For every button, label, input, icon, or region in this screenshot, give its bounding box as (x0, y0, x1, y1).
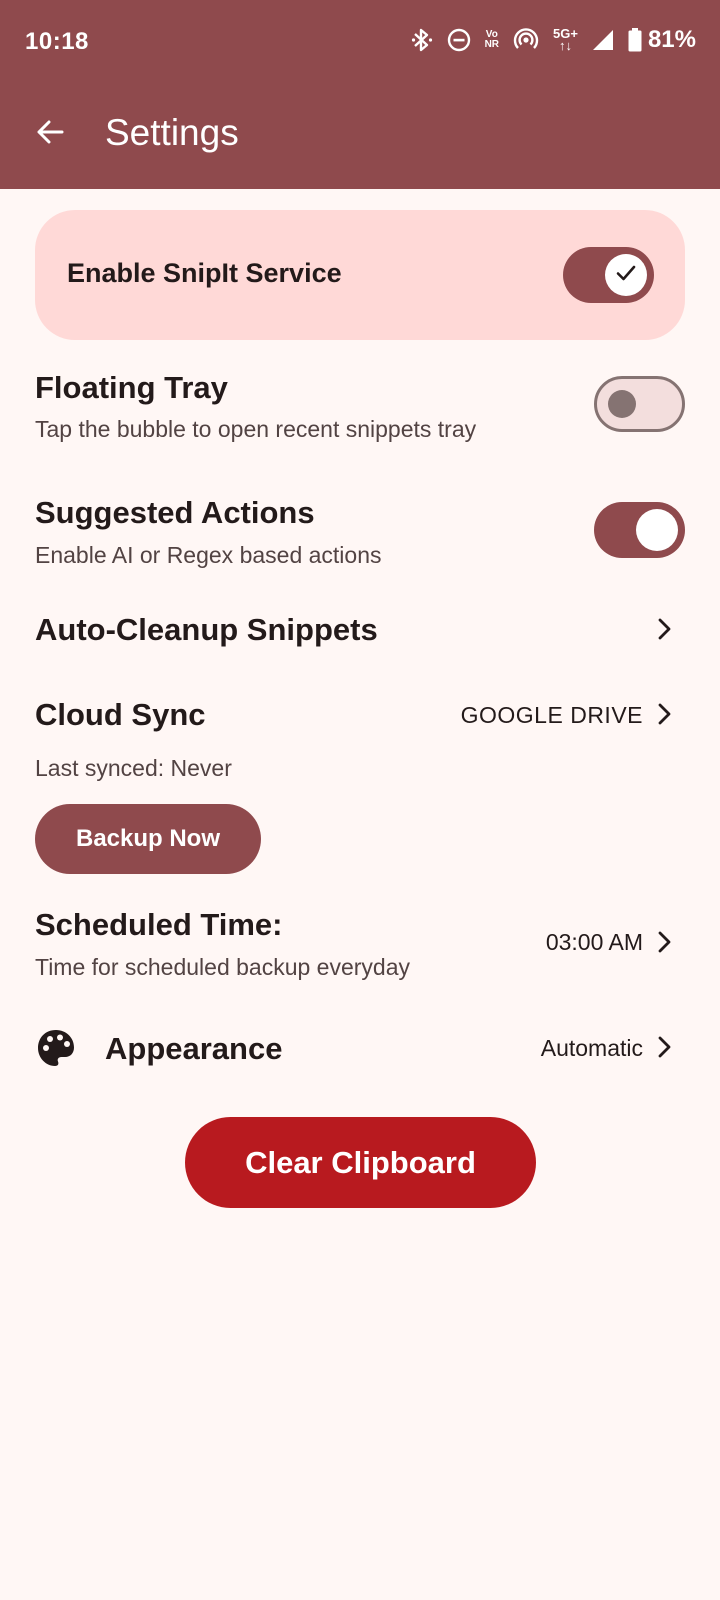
enable-service-switch[interactable] (563, 247, 654, 303)
scheduled-time-title: Scheduled Time: (35, 907, 283, 942)
floating-tray-title: Floating Tray (35, 370, 228, 405)
volte-indicator: Vo NR (484, 29, 500, 50)
appearance-value[interactable]: Automatic (541, 1035, 643, 1062)
last-synced-text: Last synced: Never (35, 755, 232, 781)
check-icon (614, 261, 638, 290)
suggested-actions-title: Suggested Actions (35, 495, 315, 530)
arrow-back-icon (35, 117, 65, 152)
backup-now-button[interactable]: Backup Now (35, 804, 261, 874)
cloud-sync-provider[interactable]: GOOGLE DRIVE (461, 702, 643, 729)
clear-clipboard-button[interactable]: Clear Clipboard (185, 1117, 536, 1208)
network-type-indicator: 5G+ ↑↓ (553, 26, 578, 53)
chevron-right-icon[interactable] (651, 1034, 677, 1060)
cloud-sync-title: Cloud Sync (35, 697, 206, 732)
chevron-right-icon[interactable] (651, 616, 677, 642)
chevron-right-icon[interactable] (651, 701, 677, 727)
status-time: 10:18 (25, 28, 89, 55)
enable-service-label: Enable SnipIt Service (67, 258, 342, 288)
switch-thumb (605, 254, 647, 296)
scheduled-time-subtitle: Time for scheduled backup everyday (35, 954, 411, 980)
switch-thumb (636, 509, 678, 551)
floating-tray-switch[interactable] (594, 376, 685, 432)
palette-icon (38, 1030, 74, 1066)
floating-tray-subtitle: Tap the bubble to open recent snippets t… (35, 416, 477, 442)
suggested-actions-subtitle: Enable AI or Regex based actions (35, 542, 382, 568)
status-icons: Vo NR 5G+ ↑↓ 81% (411, 26, 696, 54)
auto-cleanup-title[interactable]: Auto-Cleanup Snippets (35, 612, 378, 648)
bluetooth-icon (411, 27, 433, 53)
back-button[interactable] (28, 112, 72, 156)
battery-percentage: 81% (647, 26, 696, 53)
battery-icon (628, 28, 642, 52)
chevron-right-icon[interactable] (651, 929, 677, 955)
enable-service-card[interactable]: Enable SnipIt Service (35, 210, 685, 340)
scheduled-time-value[interactable]: 03:00 AM (546, 929, 643, 956)
suggested-actions-switch[interactable] (594, 502, 685, 558)
hotspot-icon (513, 27, 539, 53)
appearance-title[interactable]: Appearance (105, 1031, 282, 1067)
page-title: Settings (105, 112, 239, 153)
do-not-disturb-icon (447, 28, 471, 52)
app-bar: 10:18 Vo NR 5G+ ↑↓ 81% Settings (0, 0, 720, 189)
switch-thumb (608, 390, 636, 418)
signal-icon (592, 29, 614, 51)
